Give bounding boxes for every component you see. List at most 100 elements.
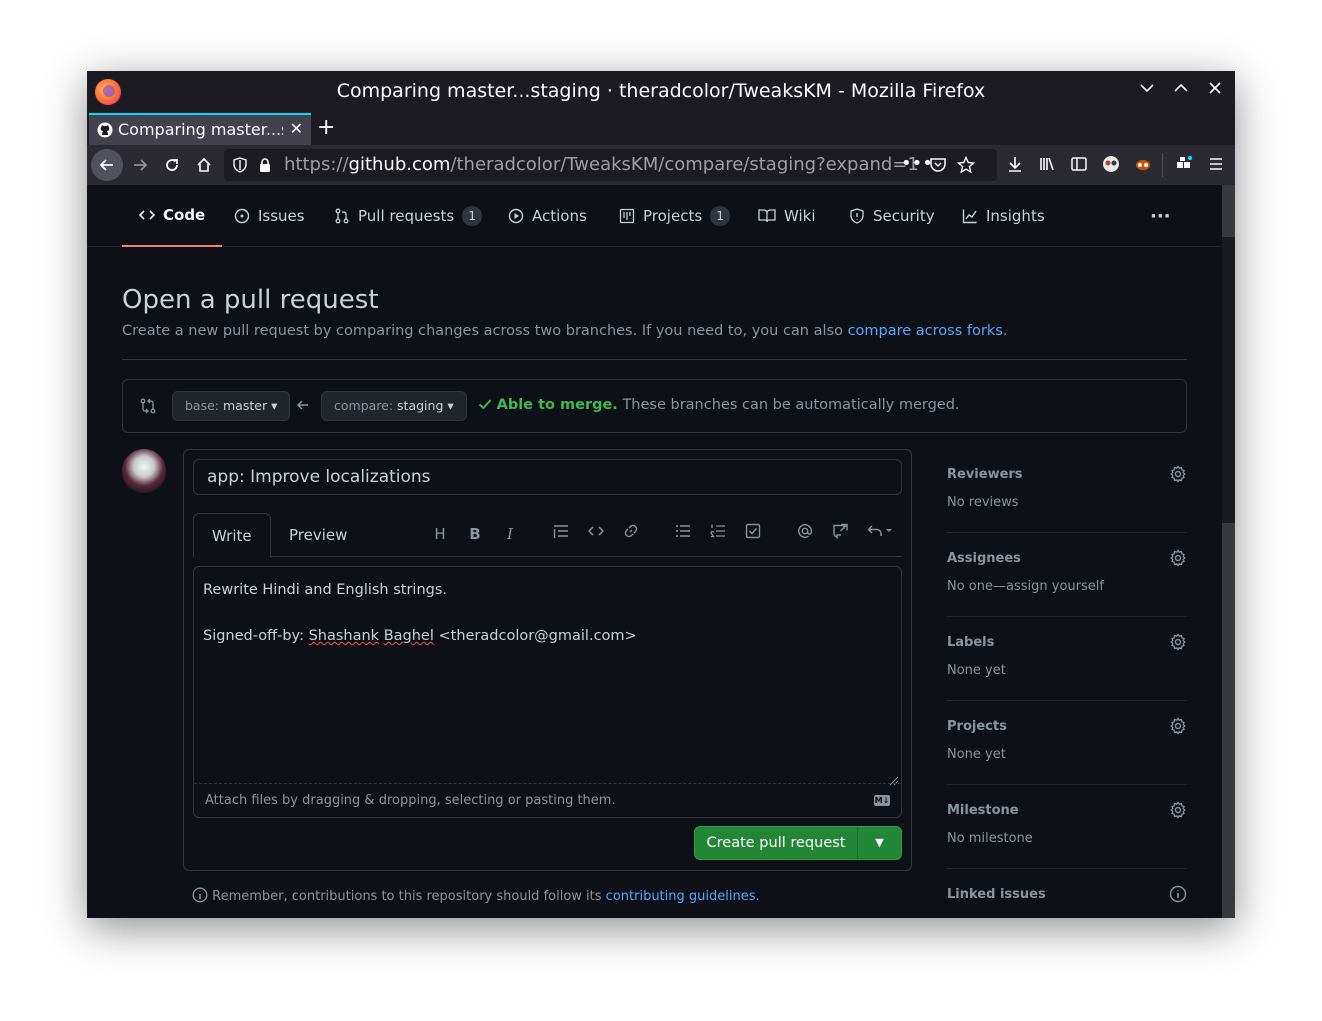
sidebar-heading[interactable]: Projects (947, 719, 1007, 734)
mention-icon[interactable] (794, 523, 816, 545)
check-icon (478, 399, 492, 410)
repo-nav-insights[interactable]: Insights (962, 185, 1045, 247)
repo-nav-security[interactable]: Security (849, 185, 935, 247)
gear-icon[interactable] (1169, 717, 1187, 740)
hamburger-menu-icon[interactable] (1205, 155, 1227, 177)
repo-nav-more-icon[interactable]: ··· (1150, 185, 1171, 247)
markdown-icon[interactable]: M↓ (874, 795, 890, 806)
link-icon[interactable] (620, 523, 642, 545)
compare-branch-select[interactable]: compare: staging ▾ (321, 391, 467, 421)
caret-down-icon: ▾ (447, 398, 454, 413)
book-icon (758, 209, 776, 223)
unordered-list-icon[interactable] (672, 523, 694, 545)
forward-icon[interactable] (124, 149, 156, 181)
sidebar-assignees: Assignees No one—assign yourself (947, 533, 1187, 617)
reload-icon[interactable] (156, 149, 188, 181)
title-bar: Comparing master...staging · theradcolor… (87, 71, 1235, 113)
close-window-icon[interactable] (1203, 79, 1227, 103)
compare-range-box: base: master ▾ compare: staging ▾ Able t… (122, 379, 1187, 433)
scrollbar-thumb-top[interactable] (1222, 185, 1235, 237)
page-scrollbar[interactable] (1222, 185, 1235, 918)
sidebar-heading[interactable]: Assignees (947, 551, 1021, 566)
sidebar-heading[interactable]: Labels (947, 635, 994, 650)
sidebar-linked-issues: Linked issues (947, 869, 1187, 918)
library-icon[interactable] (1036, 155, 1058, 177)
repo-nav-label: Security (873, 207, 935, 225)
tab-preview[interactable]: Preview (271, 513, 365, 557)
repo-nav-code[interactable]: Code (122, 185, 223, 247)
bold-icon[interactable]: B (464, 523, 486, 545)
gear-icon[interactable] (1169, 633, 1187, 656)
repo-nav: Code Issues Pull requests 1 Actions Proj… (87, 185, 1222, 247)
code-icon[interactable] (585, 523, 607, 545)
tab-label: Comparing master...staging · theradcolor… (118, 120, 283, 139)
pocket-icon[interactable] (929, 156, 947, 178)
sidebar-heading[interactable]: Reviewers (947, 467, 1023, 482)
minimize-icon[interactable] (1135, 79, 1159, 103)
gear-icon[interactable] (1169, 465, 1187, 488)
create-pull-request-button[interactable]: Create pull request ▼ (694, 826, 902, 860)
header-divider (122, 359, 1187, 360)
repo-nav-pull-requests[interactable]: Pull requests 1 (334, 185, 483, 247)
download-icon[interactable] (1004, 155, 1026, 177)
repo-nav-label: Pull requests (358, 207, 455, 225)
pr-body-text[interactable]: Rewrite Hindi and English strings. Signe… (203, 579, 893, 779)
repo-nav-actions[interactable]: Actions (508, 185, 587, 247)
create-pr-dropdown-icon[interactable]: ▼ (857, 827, 901, 859)
pr-body-textarea[interactable]: Rewrite Hindi and English strings. Signe… (193, 566, 902, 818)
browser-tab-active[interactable]: Comparing master...staging · theradcolor… (89, 113, 311, 145)
bookmark-star-icon[interactable] (956, 155, 976, 178)
graph-icon (962, 209, 977, 224)
tab-write[interactable]: Write (193, 513, 271, 558)
url-bar[interactable]: https://github.com/theradcolor/TweaksKM/… (224, 149, 997, 181)
task-list-icon[interactable] (742, 523, 764, 545)
tracking-protection-icon[interactable] (232, 157, 248, 177)
code-icon (139, 210, 155, 220)
shield-icon (850, 208, 864, 224)
merge-status: Able to merge. These branches can be aut… (478, 397, 960, 413)
url-text[interactable]: https://github.com/theradcolor/TweaksKM/… (284, 154, 919, 175)
repo-nav-label: Actions (532, 207, 587, 225)
extension-avatar-icon[interactable] (1100, 155, 1122, 177)
home-icon[interactable] (188, 149, 220, 181)
repo-nav-projects[interactable]: Projects 1 (619, 185, 731, 247)
heading-icon[interactable]: H (429, 523, 451, 545)
pr-title-input[interactable]: app: Improve localizations (193, 459, 902, 495)
pr-composer: app: Improve localizations Write Preview… (183, 449, 912, 871)
gear-icon[interactable] (1169, 801, 1187, 824)
compare-across-forks-link[interactable]: compare across forks (848, 323, 1003, 339)
info-icon[interactable] (1169, 885, 1187, 908)
sidebar-milestone: Milestone No milestone (947, 785, 1187, 869)
extensions-icon[interactable] (1173, 155, 1195, 177)
repo-nav-wiki[interactable]: Wiki (758, 185, 816, 247)
window-title: Comparing master...staging · theradcolor… (336, 80, 986, 102)
tab-close-icon[interactable]: ✕ (290, 119, 303, 138)
page-description: Create a new pull request by comparing c… (122, 323, 1008, 339)
italic-icon[interactable]: I (499, 523, 521, 545)
new-tab-icon[interactable]: + (317, 115, 335, 140)
page-content: Code Issues Pull requests 1 Actions Proj… (87, 185, 1222, 918)
create-pull-request-label[interactable]: Create pull request (695, 827, 857, 859)
avatar[interactable] (122, 449, 166, 493)
attach-files-bar[interactable]: Attach files by dragging & dropping, sel… (194, 783, 901, 817)
repo-nav-label: Issues (258, 207, 305, 225)
repo-nav-issues[interactable]: Issues (234, 185, 305, 247)
sidebar-toggle-icon[interactable] (1068, 155, 1090, 177)
reply-dropdown-icon[interactable] (864, 523, 898, 545)
extension-mask-icon[interactable] (1132, 155, 1154, 177)
maximize-icon[interactable] (1169, 79, 1193, 103)
back-icon[interactable] (91, 149, 123, 181)
base-branch-select[interactable]: base: master ▾ (172, 391, 291, 421)
scrollbar-thumb[interactable] (1222, 523, 1235, 918)
gear-icon[interactable] (1169, 549, 1187, 572)
lock-icon[interactable] (258, 157, 272, 177)
cross-reference-icon[interactable] (829, 523, 851, 545)
contributing-guidelines-link[interactable]: contributing guidelines (606, 889, 756, 904)
page-title: Open a pull request (122, 285, 379, 315)
ordered-list-icon[interactable] (707, 523, 729, 545)
sidebar-heading[interactable]: Milestone (947, 803, 1019, 818)
editor-tabs: Write Preview H B I (193, 513, 902, 558)
quote-icon[interactable] (550, 523, 572, 545)
pull-request-icon (335, 208, 349, 224)
sidebar-value[interactable]: No one—assign yourself (947, 579, 1104, 594)
